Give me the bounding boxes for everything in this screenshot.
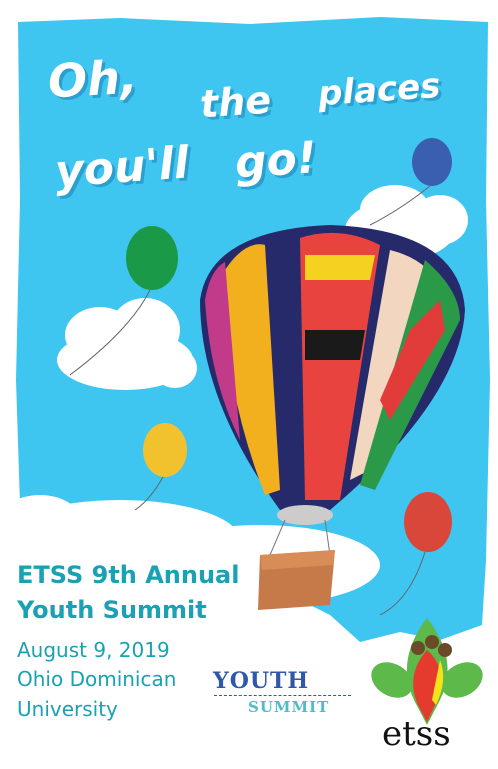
youth-summit-logo-top: YOUTH — [213, 668, 310, 694]
headline-oh: Oh, — [46, 49, 139, 109]
headline-youll: you'll — [53, 137, 191, 198]
youth-summit-logo-bottom: SUMMIT — [248, 698, 330, 716]
event-venue-line2: University — [17, 697, 118, 721]
etss-logo-text: etss — [382, 714, 451, 754]
headline-places: places — [316, 65, 442, 115]
headline-the: the — [198, 77, 273, 127]
event-title-line1: ETSS 9th Annual — [17, 561, 240, 589]
headline-go: go! — [233, 132, 319, 189]
youth-summit-logo-divider — [214, 695, 351, 696]
event-title-line2: Youth Summit — [17, 596, 207, 624]
event-date: August 9, 2019 — [17, 638, 170, 662]
event-venue-line1: Ohio Dominican — [17, 667, 177, 691]
